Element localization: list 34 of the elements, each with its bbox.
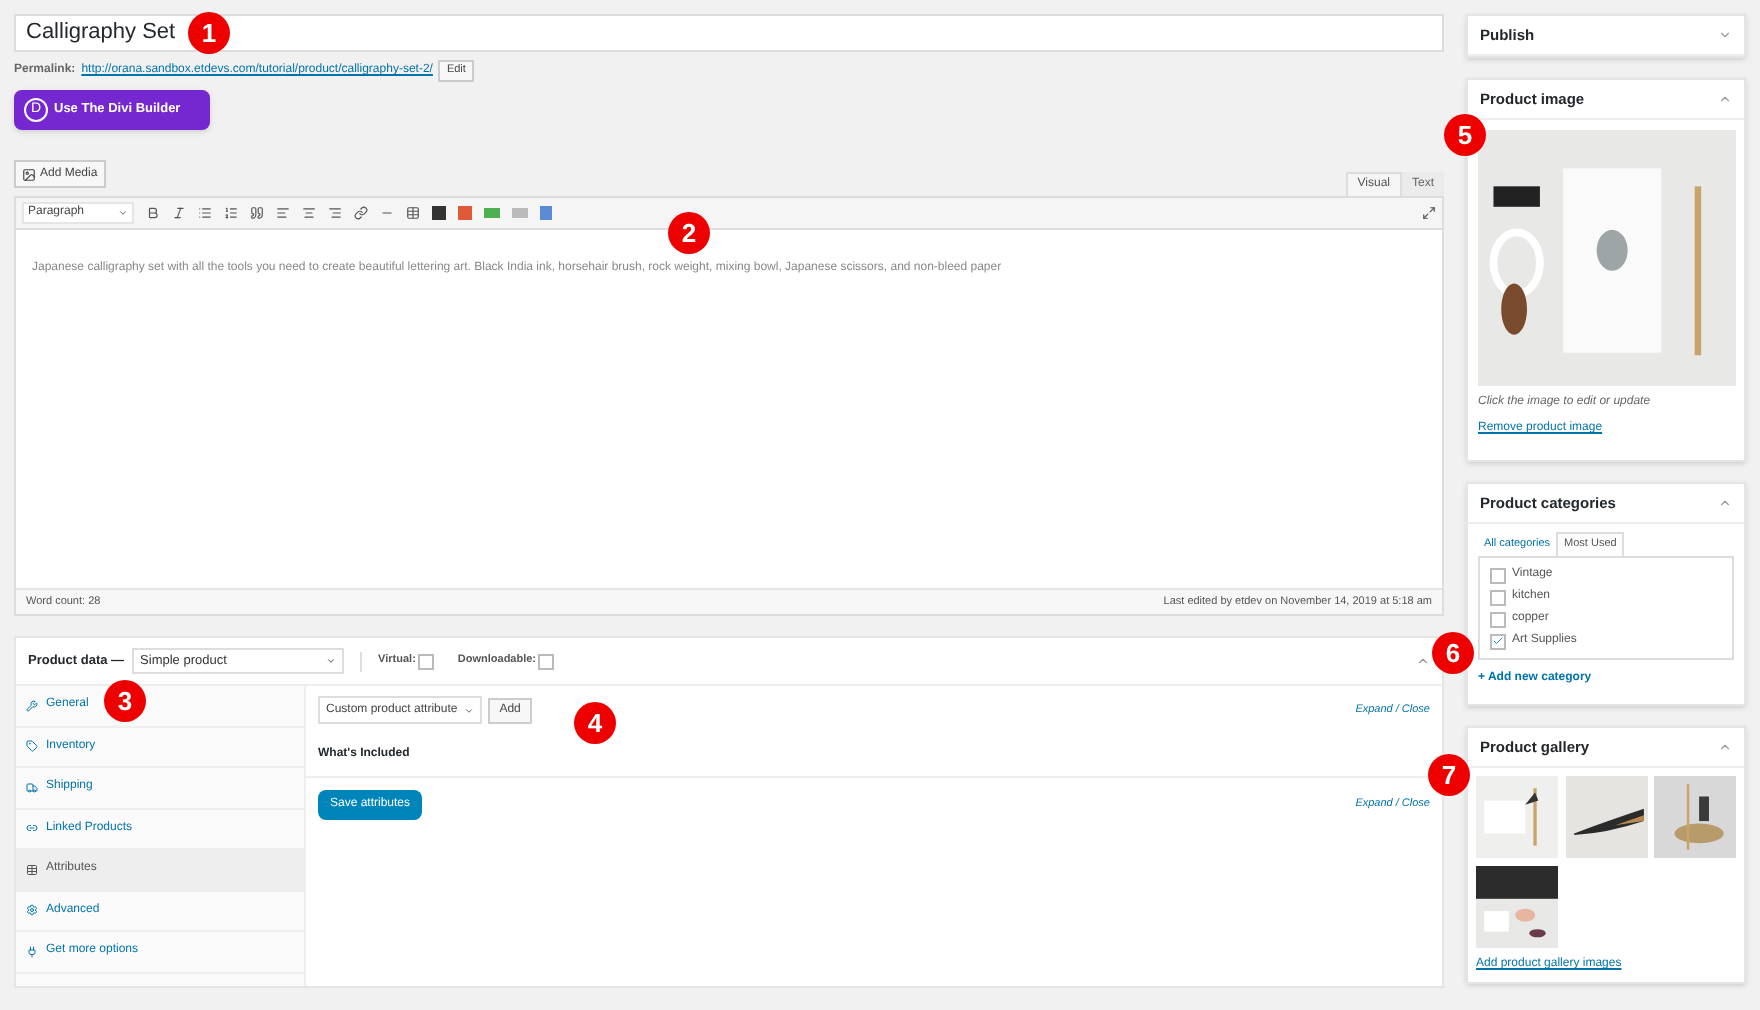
- toolbar-icon[interactable]: [224, 206, 238, 220]
- media-icon: [22, 167, 36, 181]
- expand-icon[interactable]: [1718, 28, 1732, 42]
- option-checkbox[interactable]: [538, 653, 555, 669]
- toolbar-icon[interactable]: [172, 206, 186, 220]
- dropdown-icon: [326, 656, 337, 666]
- settings-icon: [26, 904, 38, 917]
- toolbar-icon[interactable]: [328, 206, 342, 220]
- toolbar-icon[interactable]: [354, 206, 368, 220]
- toolbar-icon[interactable]: [198, 206, 212, 220]
- dropdown-icon: [118, 208, 128, 218]
- category-checkbox[interactable]: [1490, 567, 1506, 583]
- step-marker: 5: [1444, 114, 1486, 156]
- toolbar-icon[interactable]: [406, 206, 420, 220]
- dropdown-icon: [463, 705, 474, 715]
- toolbar-icon[interactable]: [250, 206, 264, 220]
- toolbar-icon[interactable]: [276, 206, 290, 220]
- toolbar-icon[interactable]: [146, 206, 160, 220]
- collapse-icon[interactable]: [1416, 654, 1430, 668]
- table-icon: [26, 863, 38, 876]
- plug-icon: [26, 945, 38, 958]
- wrench-icon: [26, 699, 38, 712]
- link-icon: [26, 822, 38, 835]
- category-checkbox[interactable]: [1490, 611, 1506, 627]
- collapse-icon[interactable]: [1718, 92, 1732, 106]
- option-checkbox[interactable]: [417, 653, 434, 669]
- toolbar-icon[interactable]: [302, 206, 316, 220]
- category-checkbox[interactable]: [1490, 589, 1506, 605]
- fullscreen-icon[interactable]: [1422, 206, 1436, 220]
- tag-icon: [26, 740, 38, 753]
- collapse-icon[interactable]: [1718, 740, 1732, 754]
- truck-icon: [26, 781, 38, 794]
- category-checkbox[interactable]: [1490, 633, 1506, 649]
- collapse-icon[interactable]: [1718, 496, 1732, 510]
